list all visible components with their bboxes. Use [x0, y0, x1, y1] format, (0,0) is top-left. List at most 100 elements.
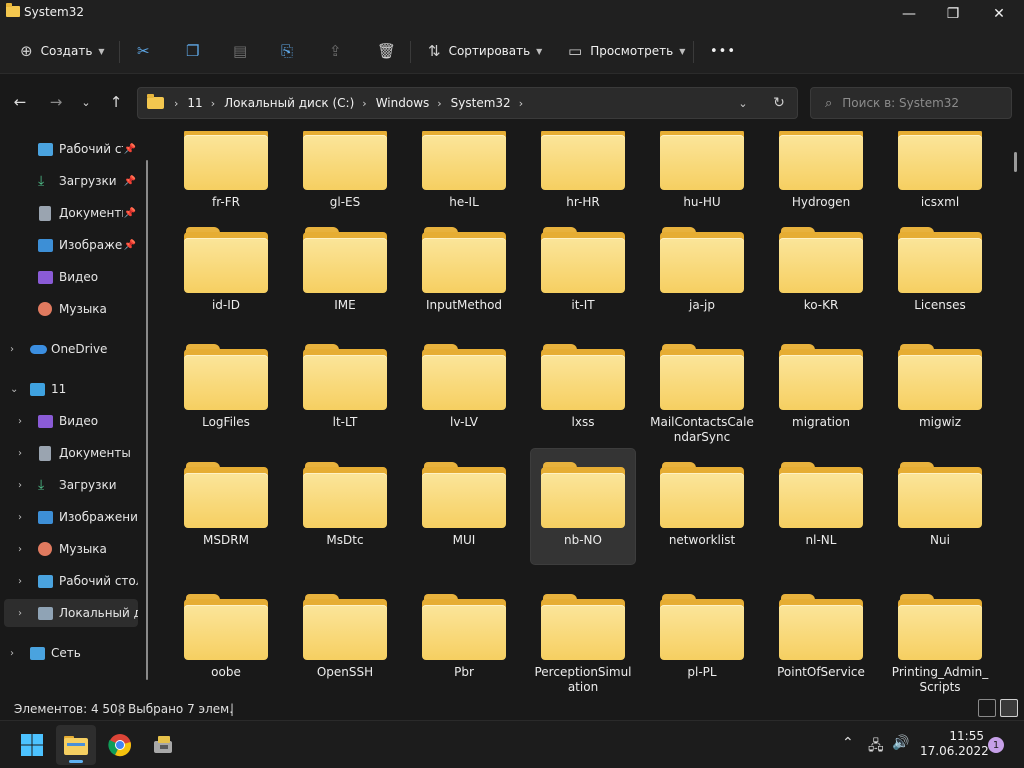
folder-item[interactable]: MailContactsCalendarSync: [650, 331, 754, 446]
folder-item[interactable]: it-IT: [531, 214, 635, 329]
maximize-button[interactable]: ❐: [930, 0, 976, 28]
folder-item[interactable]: Pbr: [412, 581, 516, 696]
folder-item[interactable]: hu-HU: [650, 131, 754, 226]
folder-item[interactable]: ja-jp: [650, 214, 754, 329]
create-button[interactable]: ⊕ Создать ▼: [20, 28, 105, 74]
folder-item[interactable]: migwiz: [888, 331, 992, 446]
folder-item[interactable]: LogFiles: [174, 331, 278, 446]
folder-item[interactable]: ko-KR: [769, 214, 873, 329]
rename-icon: ⎘: [281, 42, 294, 60]
nav-item-label: Рабочий стол: [59, 574, 138, 588]
nav-item-onedrive[interactable]: › OneDrive: [4, 335, 138, 363]
share-button[interactable]: ⇪: [329, 28, 342, 74]
folder-item[interactable]: networklist: [650, 449, 754, 564]
details-view-button[interactable]: [978, 699, 996, 717]
folder-item[interactable]: id-ID: [174, 214, 278, 329]
folder-item[interactable]: MSDRM: [174, 449, 278, 564]
folder-label: PerceptionSimulation: [534, 665, 632, 694]
folder-item[interactable]: icsxml: [888, 131, 992, 226]
folder-item[interactable]: he-IL: [412, 131, 516, 226]
nav-item-pc-downloads[interactable]: › ⤓ Загрузки: [4, 471, 138, 499]
content-scrollbar[interactable]: [1014, 152, 1017, 172]
folder-item[interactable]: oobe: [174, 581, 278, 696]
rename-button[interactable]: ⎘: [281, 28, 293, 74]
folder-label: Licenses: [914, 298, 966, 312]
address-bar[interactable]: › 11 › Локальный диск (C:) › Windows › S…: [137, 87, 798, 119]
back-button[interactable]: ←: [8, 90, 32, 114]
chevron-up-icon[interactable]: ⌃: [842, 735, 854, 751]
nav-scrollbar[interactable]: [146, 160, 148, 680]
close-button[interactable]: ✕: [976, 0, 1022, 28]
up-button[interactable]: ↑: [104, 90, 128, 114]
nav-item-pc-videos[interactable]: › Видео: [4, 407, 138, 435]
folder-label: lv-LV: [449, 415, 479, 429]
tiles-view-button[interactable]: [1000, 699, 1018, 717]
folder-item[interactable]: Nui: [888, 449, 992, 564]
folder-item[interactable]: lt-LT: [293, 331, 397, 446]
search-box[interactable]: ⌕: [810, 87, 1012, 119]
nav-item-videos[interactable]: Видео: [4, 263, 138, 291]
folder-item[interactable]: OpenSSH: [293, 581, 397, 696]
more-button[interactable]: •••: [710, 28, 736, 74]
delete-button[interactable]: 🗑: [377, 28, 396, 74]
folder-item[interactable]: nl-NL: [769, 449, 873, 564]
folder-item[interactable]: migration: [769, 331, 873, 446]
notification-badge[interactable]: 1: [988, 737, 1004, 753]
view-button[interactable]: ▭ Просмотреть ▼: [568, 28, 685, 74]
sort-icon: ⇅: [428, 42, 441, 60]
recent-locations-button[interactable]: ⌄: [74, 90, 98, 114]
taskbar-chrome[interactable]: [100, 725, 140, 765]
nav-item-pc-pictures[interactable]: › Изображения: [4, 503, 138, 531]
folder-item[interactable]: nb-NO: [531, 449, 635, 564]
folder-item[interactable]: MsDtc: [293, 449, 397, 564]
nav-item-pc-documents[interactable]: › Документы: [4, 439, 138, 467]
copy-button[interactable]: ❐: [186, 28, 199, 74]
breadcrumb-item[interactable]: System32: [451, 96, 511, 110]
volume-icon[interactable]: 🔊: [892, 735, 909, 751]
folder-item[interactable]: PointOfService: [769, 581, 873, 696]
folder-item[interactable]: PerceptionSimulation: [531, 581, 635, 696]
folder-item[interactable]: fr-FR: [174, 131, 278, 226]
nav-item-this-pc[interactable]: ⌄ 11: [4, 375, 138, 403]
folder-label: pl-PL: [687, 665, 717, 679]
nav-item-desktop[interactable]: Рабочий стол 📌: [4, 135, 138, 163]
nav-item-local-disk[interactable]: › Локальный диск (C:): [4, 599, 138, 627]
chevron-down-icon[interactable]: ⌄: [725, 97, 761, 110]
nav-item-pictures[interactable]: Изображения 📌: [4, 231, 138, 259]
taskbar-file-explorer[interactable]: [56, 725, 96, 765]
search-input[interactable]: [842, 96, 1003, 110]
folder-item[interactable]: MUI: [412, 449, 516, 564]
breadcrumb-item[interactable]: Windows: [376, 96, 430, 110]
folder-item[interactable]: IME: [293, 214, 397, 329]
start-button[interactable]: [12, 725, 52, 765]
breadcrumb-item[interactable]: 11: [187, 96, 202, 110]
folder-item[interactable]: InputMethod: [412, 214, 516, 329]
paste-button[interactable]: ▤: [233, 28, 247, 74]
refresh-icon[interactable]: ↻: [761, 95, 797, 111]
folder-item[interactable]: Hydrogen: [769, 131, 873, 226]
folder-label: it-IT: [571, 298, 595, 312]
nav-item-downloads[interactable]: ⤓ Загрузки 📌: [4, 167, 138, 195]
nav-item-pc-desktop[interactable]: › Рабочий стол: [4, 567, 138, 595]
nav-item-network[interactable]: › Сеть: [4, 639, 138, 667]
minimize-button[interactable]: —: [886, 0, 932, 28]
breadcrumb-item[interactable]: Локальный диск (C:): [224, 96, 354, 110]
cloud-icon: [30, 345, 47, 354]
sort-button[interactable]: ⇅ Сортировать ▼: [428, 28, 542, 74]
chevron-right-icon: ›: [18, 543, 22, 555]
forward-button[interactable]: →: [44, 90, 68, 114]
folder-item[interactable]: Printing_Admin_Scripts: [888, 581, 992, 696]
nav-item-documents[interactable]: Документы 📌: [4, 199, 138, 227]
nav-item-music[interactable]: Музыка: [4, 295, 138, 323]
folder-item[interactable]: Licenses: [888, 214, 992, 329]
nav-item-pc-music[interactable]: › Музыка: [4, 535, 138, 563]
taskbar-app[interactable]: [144, 725, 184, 765]
folder-item[interactable]: lxss: [531, 331, 635, 446]
folder-item[interactable]: gl-ES: [293, 131, 397, 226]
cut-button[interactable]: ✂: [137, 28, 150, 74]
folder-item[interactable]: lv-LV: [412, 331, 516, 446]
network-icon[interactable]: 🖧: [868, 735, 884, 759]
clock[interactable]: 11:55 17.06.2022: [920, 729, 989, 759]
folder-item[interactable]: pl-PL: [650, 581, 754, 696]
folder-item[interactable]: hr-HR: [531, 131, 635, 226]
